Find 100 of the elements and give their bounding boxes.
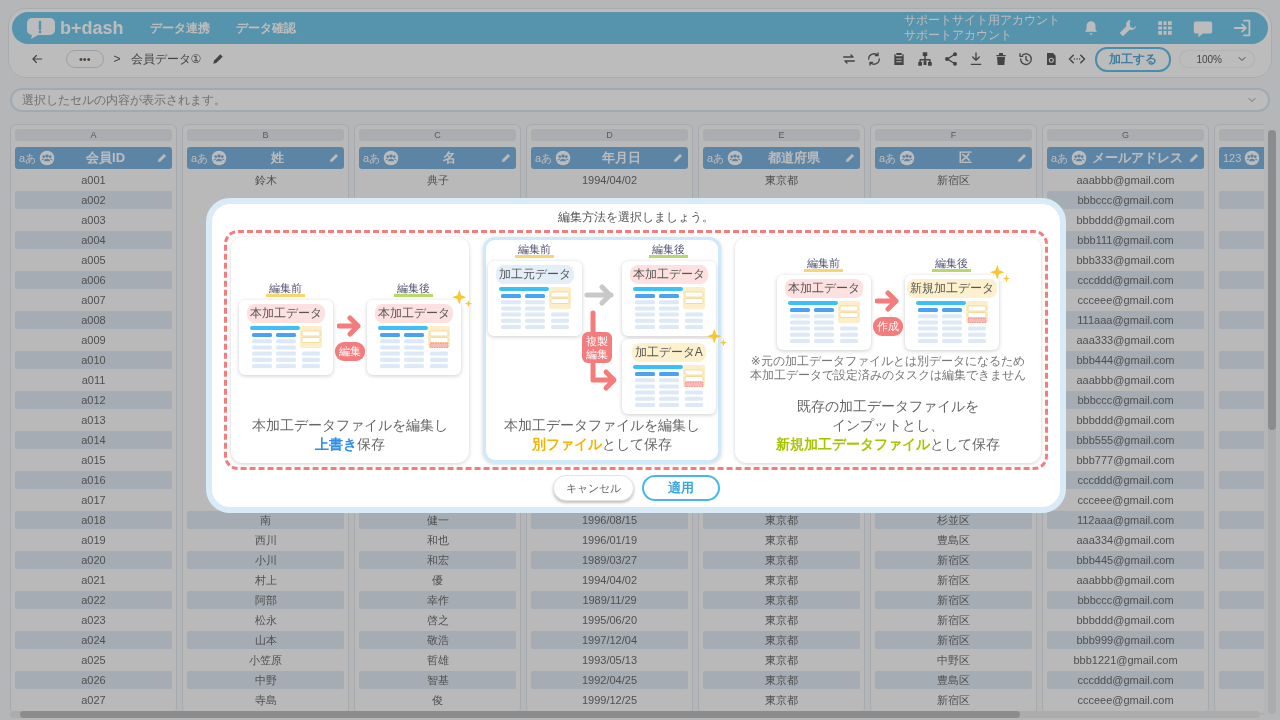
back-icon[interactable] [30,52,44,66]
type-label: aあ [707,150,725,166]
table-cell-text: a003 [80,213,107,228]
illustration-heading: 編集後 [932,257,972,272]
table-cell: bbbccc@gmail.com [1047,591,1204,609]
share-icon[interactable] [943,51,960,67]
column-header[interactable]: aあ 都道府県 [703,147,860,169]
pencil-icon[interactable] [211,52,226,66]
grid-icon[interactable] [1156,19,1174,37]
column-header[interactable]: 123 [1219,147,1264,169]
column-header[interactable]: aあ メールアドレス [1047,147,1204,169]
table-cell: 1997/12/04 [531,631,688,649]
apply-button[interactable]: 適用 [641,475,720,501]
table-cell-text: a017 [80,493,107,508]
bell-icon[interactable] [1082,19,1100,37]
sync-icon[interactable] [866,51,883,67]
table-cell: 1989/11/29 [531,591,688,609]
speech-bubble-logo-icon [26,16,56,40]
table-cell-text: aaabbb@gmail.com [1075,173,1176,188]
nav-link[interactable]: データ確認 [235,19,296,37]
table-cell-text: 東京都 [764,173,799,188]
group-icon [39,150,56,166]
more-button[interactable]: ••• [66,50,104,68]
table-cell-text: a005 [80,253,107,268]
column-header[interactable]: aあ 姓 [187,147,344,169]
process-button[interactable]: 加工する [1095,46,1172,72]
breadcrumb-separator: > [113,52,121,66]
table-cell-text: ccceee@gmail.com [1076,493,1175,508]
table-cell-text: a023 [80,613,107,628]
table-cell: 東京都 [703,671,860,689]
group-icon [899,150,916,166]
table-cell-text: ccceee@gmail.com [1076,693,1175,708]
document-label: 本加工データ [629,265,708,284]
table-cell-text: 新宿区 [936,173,971,188]
illustration-heading: 編集前 [515,244,555,258]
table-cell-text: 俊 [431,693,444,708]
table-cell-text: 1994/04/02 [580,573,639,588]
hierarchy-icon[interactable] [916,50,935,68]
column-title: メールアドレス [1091,149,1185,167]
table-cell: a012 [15,391,172,409]
table-cell: 112aaa@gmail.com [1047,511,1204,529]
table-cell-text: 新宿区 [936,573,971,588]
table-cell: 山本 [187,631,344,649]
group-icon [1071,150,1088,166]
table-cell-text: a001 [80,173,107,188]
table-cell-text: aaabbb@gmail.com [1075,373,1176,388]
table-cell-text: 1995/06/20 [580,613,639,628]
wrench-icon[interactable] [1118,18,1138,38]
column-header[interactable]: aあ 会員ID [15,147,172,169]
table-cell-text: 和也 [425,533,450,548]
table-cell: 1989/03/27 [531,551,688,569]
dialog-title: 編集方法を選択しましょう。 [557,209,715,226]
table-cell-text: a013 [80,413,107,428]
table-cell-text: aaabbb@gmail.com [1075,573,1176,588]
vertical-scrollbar[interactable] [1268,130,1276,714]
table-cell: 東京都 [703,591,860,609]
option-caption: 既存の加工データファイルを インプットとし、 新規加工データファイルとして保存 [775,398,1000,454]
table-cell: 東京都 [703,631,860,649]
column-letter: B [187,129,344,141]
table-cell: 小川 [187,551,344,569]
column-title: 都道府県 [766,149,821,167]
account-name: サポートアカウント [904,28,1013,43]
column-letter: A [15,129,172,141]
table-cell-text: a021 [80,573,107,588]
illustration-heading: 編集前 [266,283,306,297]
column-header[interactable]: aあ 区 [875,147,1032,169]
table-cell: bbb999@gmail.com [1047,631,1204,649]
group-icon [211,150,228,166]
table-cell-text: 優 [431,573,444,588]
table-cell: a014 [15,431,172,449]
table-cell-text: a015 [80,453,107,468]
column-header[interactable]: aあ 年月日 [531,147,688,169]
table-cell-text: bbbddd@gmail.com [1075,613,1176,628]
document-label: 本加工データ [374,304,453,323]
table-cell: 敬浩 [359,631,516,649]
table-cell: 阿部 [187,591,344,609]
table-cell: 新宿区 [875,631,1032,649]
table-cell-text: 1999/12/25 [580,693,639,708]
table-cell-text: 村上 [253,573,278,588]
horizontal-scrollbar[interactable] [10,711,1260,718]
history-icon[interactable] [1018,51,1035,67]
option-card[interactable]: 編集前 本加工データ 編集 編集後 本加工データ 本加工データファイルを編集し 上書き保存 [231,237,469,463]
nav-link[interactable]: データ連携 [149,19,210,37]
table-cell-text: aaa334@gmail.com [1075,533,1176,548]
table-cell: a026 [15,671,172,689]
table-cell: 智基 [359,671,516,689]
table-cell-text: a011 [80,373,107,388]
table-cell-text: a027 [80,693,107,708]
type-label: aあ [879,150,897,166]
zoom-select[interactable]: 100% [1180,51,1254,67]
table-cell: 新宿区 [875,591,1032,609]
cancel-button[interactable]: キャンセル [552,475,634,501]
column-letter: C [359,129,516,141]
action-badge: 編集 [334,342,365,361]
column-header[interactable]: aあ 名 [359,147,516,169]
table-cell-text: 東京都 [764,533,799,548]
table-cell: 1992/04/25 [531,671,688,689]
table-cell-text: 小笠原 [248,653,283,668]
column-title: 名 [442,149,458,167]
cell-preview-field[interactable]: 選択したセルの内容が表示されます。 [10,88,1270,112]
